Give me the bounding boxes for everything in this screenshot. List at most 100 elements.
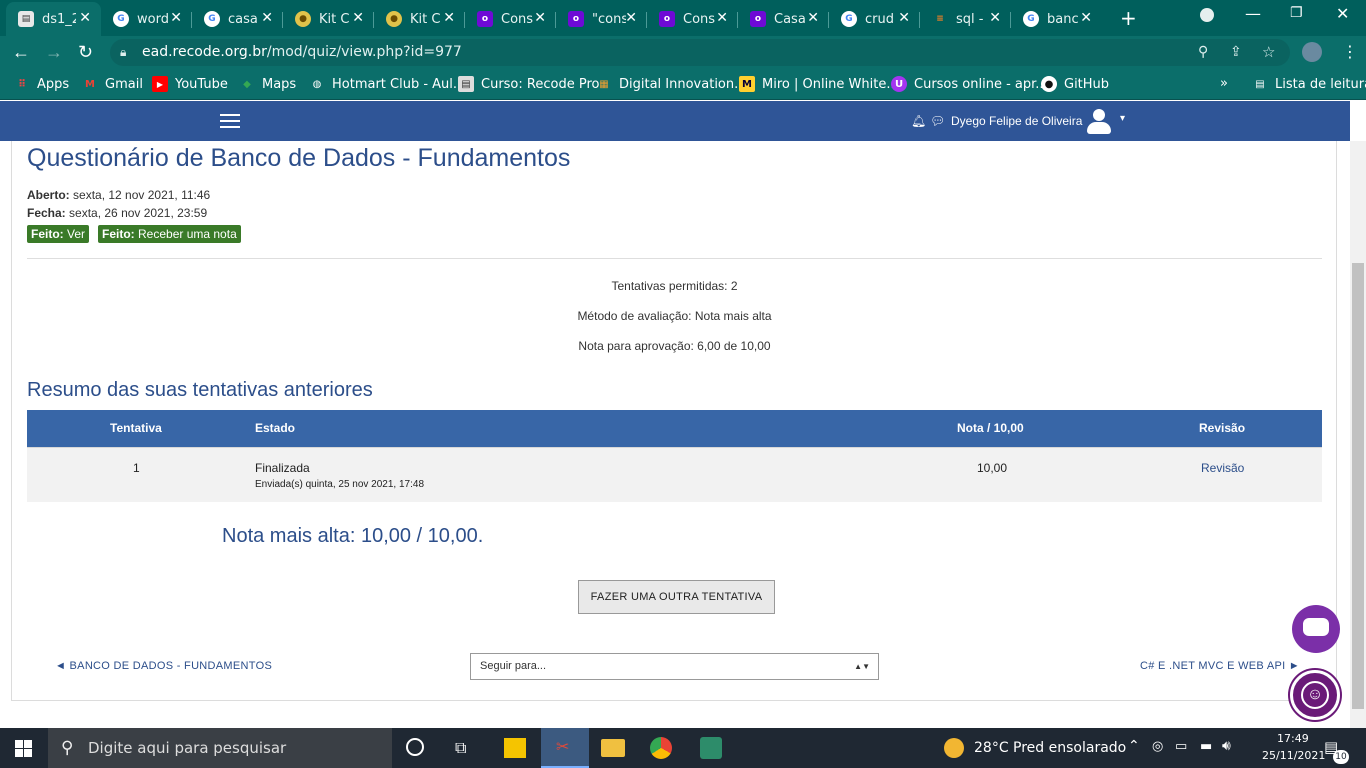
accessibility-button[interactable]: ☺ bbox=[1290, 670, 1340, 720]
reload-icon[interactable]: ↻ bbox=[78, 43, 93, 61]
next-activity-link[interactable]: C# E .NET MVC E WEB API ► bbox=[1140, 660, 1300, 672]
clock-time[interactable]: 17:49 bbox=[1277, 732, 1309, 745]
bookmark-maps[interactable]: ◆ Maps bbox=[239, 76, 296, 92]
attempts-allowed: Tentativas permitidas: 2 bbox=[611, 279, 738, 293]
back-icon[interactable]: ← bbox=[12, 43, 30, 61]
browser-tab[interactable]: o Casa ✕ bbox=[738, 2, 829, 36]
weather-text[interactable]: 28°C Pred ensolarado bbox=[974, 740, 1126, 756]
recode-icon: ▤ bbox=[458, 76, 474, 92]
close-window-icon[interactable]: ✕ bbox=[1336, 4, 1349, 23]
highest-grade: Nota mais alta: 10,00 / 10,00. bbox=[222, 525, 484, 547]
network-icon[interactable]: ▭ bbox=[1175, 739, 1187, 754]
browser-tab[interactable]: ● Kit C ✕ bbox=[374, 2, 465, 36]
vscode-icon[interactable] bbox=[700, 737, 722, 759]
browser-tab[interactable]: G casa ✕ bbox=[192, 2, 283, 36]
bookmark-udemy[interactable]: U Cursos online - apr... bbox=[891, 76, 1048, 92]
chat-bubble-icon[interactable]: 💬︎ bbox=[930, 114, 945, 128]
bookmark-youtube[interactable]: ▶ YouTube bbox=[152, 76, 228, 92]
file-explorer-icon[interactable] bbox=[601, 739, 625, 757]
user-name[interactable]: Dyego Felipe de Oliveira bbox=[951, 114, 1082, 128]
previous-activity-link[interactable]: ◄ BANCO DE DADOS - FUNDAMENTOS bbox=[55, 660, 272, 672]
kit-icon: ● bbox=[295, 11, 311, 27]
url-field[interactable]: 🔒︎ ead.recode.org.br/mod/quiz/view.php?i… bbox=[110, 39, 1290, 66]
close-tab-icon[interactable]: ✕ bbox=[989, 10, 1001, 26]
page-title: Questionário de Banco de Dados - Fundame… bbox=[27, 144, 571, 172]
taskbar-app-active[interactable]: ✂ bbox=[541, 728, 589, 768]
notification-count: 10 bbox=[1333, 750, 1349, 764]
chrome-icon[interactable] bbox=[650, 737, 672, 759]
bookmark-github[interactable]: ● GitHub bbox=[1041, 76, 1109, 92]
close-tab-icon[interactable]: ✕ bbox=[625, 10, 637, 26]
bookmark-recode[interactable]: ▤ Curso: Recode Pro bbox=[458, 76, 599, 92]
jump-to-select[interactable]: Seguir para... ▲▼ bbox=[470, 653, 879, 680]
column-header: Nota / 10,00 bbox=[957, 421, 1024, 435]
completion-badge-grade: Feito: Receber uma nota bbox=[98, 225, 241, 243]
bookmark-gmail[interactable]: M Gmail bbox=[82, 76, 143, 92]
close-tab-icon[interactable]: ✕ bbox=[898, 10, 910, 26]
sticky-notes-icon[interactable] bbox=[504, 738, 526, 758]
browser-tab[interactable]: G crud ✕ bbox=[829, 2, 920, 36]
user-menu-caret-icon[interactable]: ▾ bbox=[1120, 113, 1125, 124]
clock-date[interactable]: 25/11/2021 bbox=[1262, 749, 1325, 762]
share-icon[interactable]: ⇪ bbox=[1230, 39, 1242, 66]
close-tab-icon[interactable]: ✕ bbox=[170, 10, 182, 26]
close-tab-icon[interactable]: ✕ bbox=[261, 10, 273, 26]
scrollbar-thumb[interactable] bbox=[1352, 263, 1364, 709]
google-icon: G bbox=[841, 11, 857, 27]
browser-tab[interactable]: ▤ ds1_2 ✕ bbox=[6, 2, 101, 36]
column-header: Revisão bbox=[1199, 421, 1246, 435]
close-tab-icon[interactable]: ✕ bbox=[1080, 10, 1092, 26]
open-date: Aberto: sexta, 12 nov 2021, 11:46 bbox=[27, 188, 211, 202]
browser-tab[interactable]: G word ✕ bbox=[101, 2, 192, 36]
cortana-icon[interactable] bbox=[406, 738, 424, 756]
browser-tab[interactable]: o Cons ✕ bbox=[647, 2, 738, 36]
browser-tab[interactable]: o Cons ✕ bbox=[465, 2, 556, 36]
review-link[interactable]: Revisão bbox=[1201, 461, 1244, 475]
udemy-icon: U bbox=[891, 76, 907, 92]
new-tab-icon[interactable]: + bbox=[1120, 6, 1137, 30]
close-tab-icon[interactable]: ✕ bbox=[534, 10, 546, 26]
restore-icon[interactable]: ❐ bbox=[1290, 5, 1303, 21]
close-tab-icon[interactable]: ✕ bbox=[807, 10, 819, 26]
bookmark-hotmart[interactable]: ◍ Hotmart Club - Aul... bbox=[309, 76, 466, 92]
olx-icon: o bbox=[568, 11, 584, 27]
bookmark-miro[interactable]: M Miro | Online White... bbox=[739, 76, 899, 92]
minimize-icon[interactable]: — bbox=[1245, 4, 1261, 23]
chat-widget-button[interactable] bbox=[1292, 605, 1340, 653]
olx-icon: o bbox=[659, 11, 675, 27]
meet-now-icon[interactable]: ◎ bbox=[1152, 739, 1163, 754]
bookmark-apps[interactable]: ⠿ Apps bbox=[14, 76, 69, 92]
browser-tab[interactable]: ● Kit C ✕ bbox=[283, 2, 374, 36]
globe-icon: ◍ bbox=[312, 78, 322, 90]
bell-icon[interactable]: 🔔︎ bbox=[911, 114, 926, 128]
close-date: Fecha: sexta, 26 nov 2021, 23:59 bbox=[27, 206, 208, 220]
close-tab-icon[interactable]: ✕ bbox=[352, 10, 364, 26]
close-tab-icon[interactable]: ✕ bbox=[79, 10, 91, 26]
volume-icon[interactable]: 🔊︎ bbox=[1222, 738, 1231, 754]
zoom-icon[interactable]: ⚲ bbox=[1198, 39, 1208, 66]
column-header: Estado bbox=[255, 421, 296, 435]
tab-search-icon[interactable] bbox=[1200, 8, 1214, 22]
google-icon: G bbox=[204, 11, 220, 27]
browser-tab[interactable]: G banc ✕ bbox=[1011, 2, 1102, 36]
windows-start-icon[interactable] bbox=[15, 740, 32, 757]
forward-icon[interactable]: → bbox=[45, 43, 63, 61]
menu-icon[interactable]: ⋮ bbox=[1342, 42, 1358, 61]
battery-icon[interactable]: ▬ bbox=[1200, 739, 1212, 754]
task-view-icon[interactable]: ⧉ bbox=[455, 738, 466, 758]
reading-list[interactable]: ▤ Lista de leitura bbox=[1252, 76, 1366, 92]
stackoverflow-icon: ≡ bbox=[936, 14, 944, 24]
bookmark-star-icon[interactable]: ☆ bbox=[1262, 39, 1275, 66]
more-bookmarks-icon[interactable]: » bbox=[1220, 76, 1228, 91]
user-avatar-icon[interactable] bbox=[1086, 109, 1112, 135]
bookmark-dio[interactable]: ▦ Digital Innovation... bbox=[596, 76, 746, 92]
browser-tab[interactable]: o "cons ✕ bbox=[556, 2, 647, 36]
taskbar-search[interactable]: ⚲ Digite aqui para pesquisar bbox=[48, 728, 392, 768]
close-tab-icon[interactable]: ✕ bbox=[443, 10, 455, 26]
retry-button[interactable]: FAZER UMA OUTRA TENTATIVA bbox=[578, 580, 775, 614]
hamburger-menu-icon[interactable] bbox=[220, 114, 240, 128]
close-tab-icon[interactable]: ✕ bbox=[716, 10, 728, 26]
profile-avatar[interactable] bbox=[1302, 42, 1322, 62]
show-hidden-icons[interactable]: ⌃ bbox=[1128, 738, 1140, 754]
browser-tab[interactable]: ≡ sql - ✕ bbox=[920, 2, 1011, 36]
